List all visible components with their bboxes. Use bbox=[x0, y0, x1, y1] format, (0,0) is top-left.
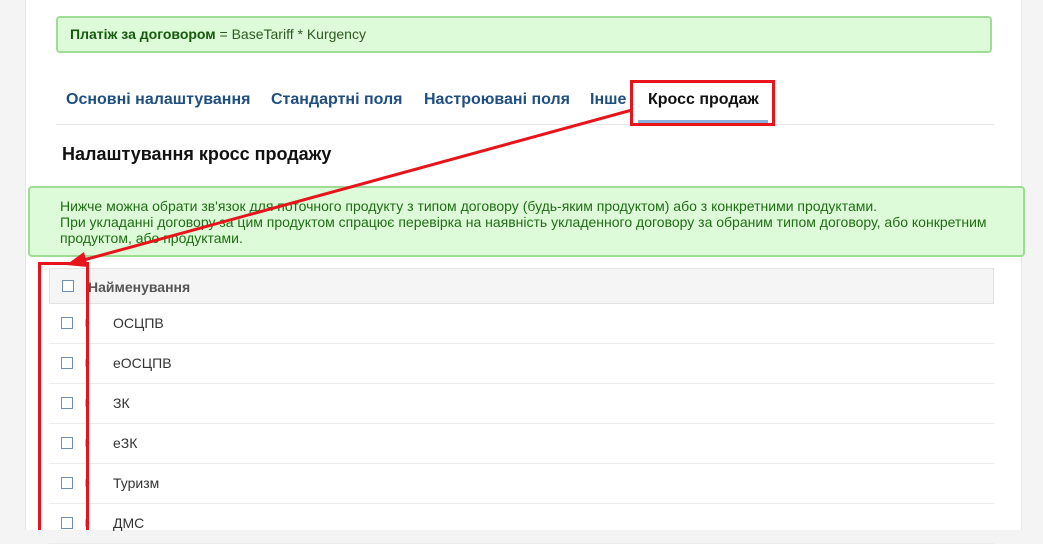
tab-standard-fields[interactable]: Стандартні поля bbox=[271, 76, 403, 123]
row-name: еЗК bbox=[113, 435, 138, 451]
row-name: ОСЦПВ bbox=[113, 315, 164, 331]
formula-expression: = BaseTariff * Kurgency bbox=[219, 26, 366, 42]
table-row: Туризм bbox=[49, 464, 994, 504]
info-alert: Нижче можна обрати зв'язок для поточного… bbox=[28, 186, 1025, 257]
row-name: ЗК bbox=[113, 395, 130, 411]
table-header: Найменування bbox=[49, 268, 994, 305]
section-title: Налаштування кросс продажу bbox=[62, 144, 332, 164]
tab-highlight-box bbox=[630, 80, 775, 126]
tab-other[interactable]: Інше bbox=[590, 76, 626, 123]
tab-main-settings[interactable]: Основні налаштування bbox=[66, 76, 250, 123]
info-line-2: При укладанні договору за цим продуктом … bbox=[60, 214, 987, 230]
formula-banner: Платіж за договором = BaseTariff * Kurge… bbox=[56, 16, 992, 53]
row-name: еОСЦПВ bbox=[113, 355, 172, 371]
products-table: Найменування ОСЦПВ еОСЦПВ ЗК еЗК Туризм … bbox=[49, 268, 994, 544]
row-name: Туризм bbox=[113, 475, 160, 491]
table-row: ДМС bbox=[49, 504, 994, 544]
table-row: еЗК bbox=[49, 424, 994, 464]
tab-bar: Основні налаштування Стандартні поля Нас… bbox=[56, 76, 994, 125]
info-line-1: Нижче можна обрати зв'язок для поточного… bbox=[60, 198, 878, 214]
table-row: ЗК bbox=[49, 384, 994, 424]
table-row: еОСЦПВ bbox=[49, 344, 994, 384]
row-name: ДМС bbox=[113, 515, 145, 531]
tab-custom-fields[interactable]: Настроювані поля bbox=[424, 76, 570, 123]
table-row: ОСЦПВ bbox=[49, 304, 994, 344]
info-line-3: продуктом, або продуктами. bbox=[60, 230, 243, 246]
checkbox-column-highlight bbox=[38, 262, 89, 530]
column-header-name: Найменування bbox=[88, 279, 191, 295]
formula-label: Платіж за договором bbox=[70, 26, 216, 42]
